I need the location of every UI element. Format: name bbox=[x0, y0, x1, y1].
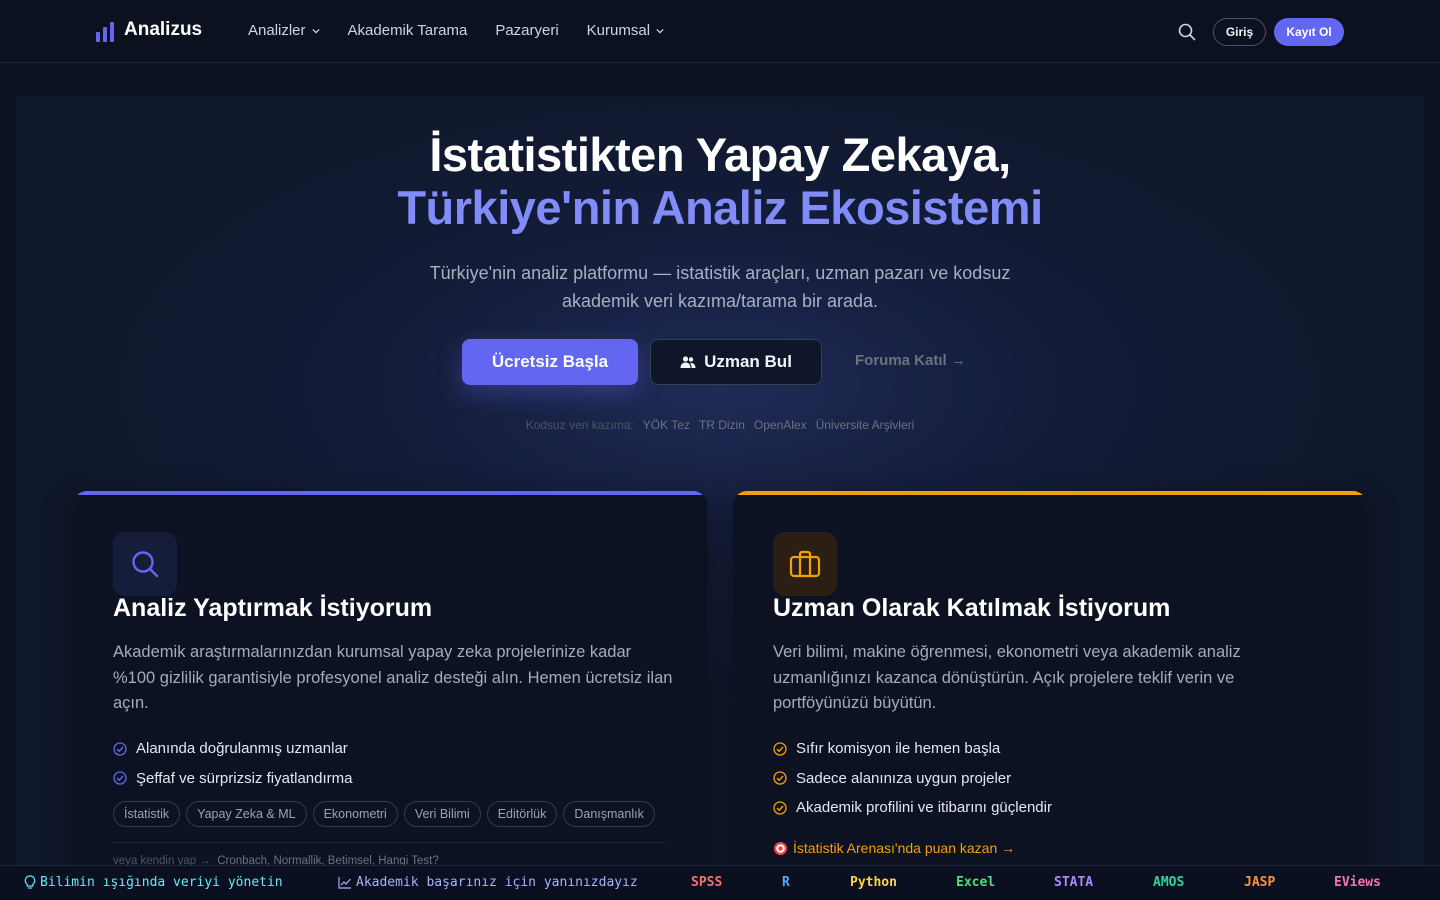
card-accent-bar bbox=[73, 491, 707, 495]
scrape-label: Kodsuz veri kazıma: bbox=[525, 418, 634, 432]
ticker-tool-python: Python bbox=[850, 875, 897, 890]
find-expert-label: Uzman Bul bbox=[704, 352, 792, 371]
nav-links: Analizler Akademik Tarama Pazaryeri Kuru… bbox=[248, 22, 664, 39]
ticker-tool-jasp: JASP bbox=[1244, 875, 1276, 890]
card-description: Veri bilimi, makine öğrenmesi, ekonometr… bbox=[773, 643, 1241, 712]
ticker-tool-amos: AMOS bbox=[1153, 875, 1185, 890]
ticker-tool-spss: SPSS bbox=[691, 875, 723, 890]
scrape-source-universite-arsivleri[interactable]: Üniversite Arşivleri bbox=[816, 418, 915, 432]
check-badge-icon bbox=[773, 801, 787, 815]
ticker-tool-excel: Excel bbox=[956, 875, 996, 890]
tag-yapay-zeka[interactable]: Yapay Zeka & ML bbox=[186, 801, 307, 827]
category-tags: İstatistik Yapay Zeka & ML Ekonometri Ve… bbox=[113, 801, 655, 827]
card-description: Akademik araştırmalarınızdan kurumsal ya… bbox=[113, 643, 673, 712]
hero-title: İstatistikten Yapay Zekaya, bbox=[429, 128, 1011, 181]
trending-up-icon bbox=[338, 877, 351, 889]
feature-item: Sadece alanınıza uygun projeler bbox=[773, 764, 1052, 794]
tag-editorluk[interactable]: Editörlük bbox=[486, 801, 558, 827]
client-card[interactable]: Analiz Yaptırmak İstiyorum Akademik araş… bbox=[73, 491, 707, 900]
logo-text: Analizus bbox=[124, 19, 203, 40]
ticker-motto: Akademik başarınız için yanınızdayız bbox=[338, 875, 638, 890]
feature-text: Şeffaf ve sürprizsiz fiyatlandırma bbox=[136, 769, 353, 787]
login-button[interactable]: Giriş bbox=[1213, 18, 1266, 46]
card-icon-box bbox=[113, 532, 177, 596]
briefcase-icon bbox=[789, 550, 821, 578]
lightbulb-icon bbox=[24, 875, 36, 889]
search-icon[interactable] bbox=[1177, 22, 1197, 42]
chevron-down-icon bbox=[311, 28, 320, 33]
feature-item: Alanında doğrulanmış uzmanlar bbox=[113, 734, 352, 764]
feature-item: Şeffaf ve sürprizsiz fiyatlandırma bbox=[113, 764, 352, 794]
card-icon-box bbox=[773, 532, 837, 596]
tag-danismanlik[interactable]: Danışmanlık bbox=[563, 801, 655, 827]
check-badge-icon bbox=[113, 771, 127, 785]
ticker-motto-text: Akademik başarınız için yanınızdayız bbox=[356, 875, 638, 890]
card-title: Analiz Yaptırmak İstiyorum bbox=[113, 594, 433, 622]
nav-item-label: Pazaryeri bbox=[495, 22, 559, 39]
start-free-button[interactable]: Ücretsiz Başla bbox=[462, 339, 638, 385]
scrape-source-openalex[interactable]: OpenAlex bbox=[754, 418, 807, 432]
scrape-sources: Kodsuz veri kazıma: YÖK Tez TR Dizin Ope… bbox=[0, 418, 1440, 432]
check-badge-icon bbox=[773, 771, 787, 785]
scrape-source-yok-tez[interactable]: YÖK Tez bbox=[643, 418, 690, 432]
top-navbar: Analizus Analizler Akademik Tarama Pazar… bbox=[0, 0, 1440, 63]
arena-link[interactable]: İstatistik Arenası'nda puan kazan → bbox=[773, 840, 1015, 856]
feature-text: Sadece alanınıza uygun projeler bbox=[796, 769, 1012, 787]
target-icon bbox=[773, 841, 788, 855]
bar-chart-logo-icon bbox=[96, 20, 114, 42]
feature-item: Sıfır komisyon ile hemen başla bbox=[773, 734, 1052, 764]
join-forum-link[interactable]: Foruma Katıl → bbox=[855, 352, 966, 369]
search-icon bbox=[132, 551, 159, 578]
feature-item: Akademik profilini ve itibarını güçlendi… bbox=[773, 793, 1052, 823]
feature-list: Sıfır komisyon ile hemen başla Sadece al… bbox=[773, 734, 1052, 823]
check-badge-icon bbox=[113, 742, 127, 756]
tag-ekonometri[interactable]: Ekonometri bbox=[312, 801, 398, 827]
scrape-source-tr-dizin[interactable]: TR Dizin bbox=[699, 418, 745, 432]
ticker-tool-stata: STATA bbox=[1054, 875, 1094, 890]
feature-text: Alanında doğrulanmış uzmanlar bbox=[136, 740, 348, 758]
card-accent-bar bbox=[733, 491, 1367, 495]
ticker-tool-eviews: EViews bbox=[1334, 875, 1381, 890]
card-title: Uzman Olarak Katılmak İstiyorum bbox=[773, 594, 1171, 622]
ticker-motto: Bilimin ışığında veriyi yönetin bbox=[24, 875, 283, 890]
nav-item-label: Akademik Tarama bbox=[347, 22, 468, 39]
find-expert-button[interactable]: Uzman Bul bbox=[650, 339, 822, 385]
bottom-ticker: Bilimin ışığında veriyi yönetin Akademik… bbox=[0, 865, 1440, 900]
logo[interactable]: Analizus bbox=[96, 18, 202, 42]
users-icon bbox=[680, 356, 696, 368]
nav-item-akademik-tarama[interactable]: Akademik Tarama bbox=[348, 22, 468, 39]
ticker-tool-r: R bbox=[782, 875, 790, 890]
hero-subtitle: Türkiye'nin analiz platformu — istatisti… bbox=[429, 263, 1011, 311]
arena-link-text: İstatistik Arenası'nda puan kazan → bbox=[793, 840, 1016, 856]
feature-text: Sıfır komisyon ile hemen başla bbox=[796, 740, 1001, 758]
register-button[interactable]: Kayıt Ol bbox=[1274, 18, 1344, 46]
tag-veri-bilimi[interactable]: Veri Bilimi bbox=[403, 801, 481, 827]
nav-item-kurumsal[interactable]: Kurumsal bbox=[587, 22, 664, 39]
feature-list: Alanında doğrulanmış uzmanlar Şeffaf ve … bbox=[113, 734, 352, 793]
nav-item-analizler[interactable]: Analizler bbox=[248, 22, 320, 39]
check-badge-icon bbox=[773, 742, 787, 756]
chevron-down-icon bbox=[656, 28, 664, 33]
ticker-motto-text: Bilimin ışığında veriyi yönetin bbox=[40, 875, 283, 890]
nav-item-label: Kurumsal bbox=[586, 22, 651, 39]
nav-item-label: Analizler bbox=[248, 22, 306, 39]
divider bbox=[113, 842, 666, 843]
expert-card[interactable]: Uzman Olarak Katılmak İstiyorum Veri bil… bbox=[733, 491, 1367, 900]
nav-item-pazaryeri[interactable]: Pazaryeri bbox=[495, 22, 558, 39]
feature-text: Akademik profilini ve itibarını güçlendi… bbox=[796, 799, 1052, 817]
tag-istatistik[interactable]: İstatistik bbox=[113, 801, 181, 827]
hero-title-highlight: Türkiye'nin Analiz Ekosistemi bbox=[397, 181, 1043, 234]
